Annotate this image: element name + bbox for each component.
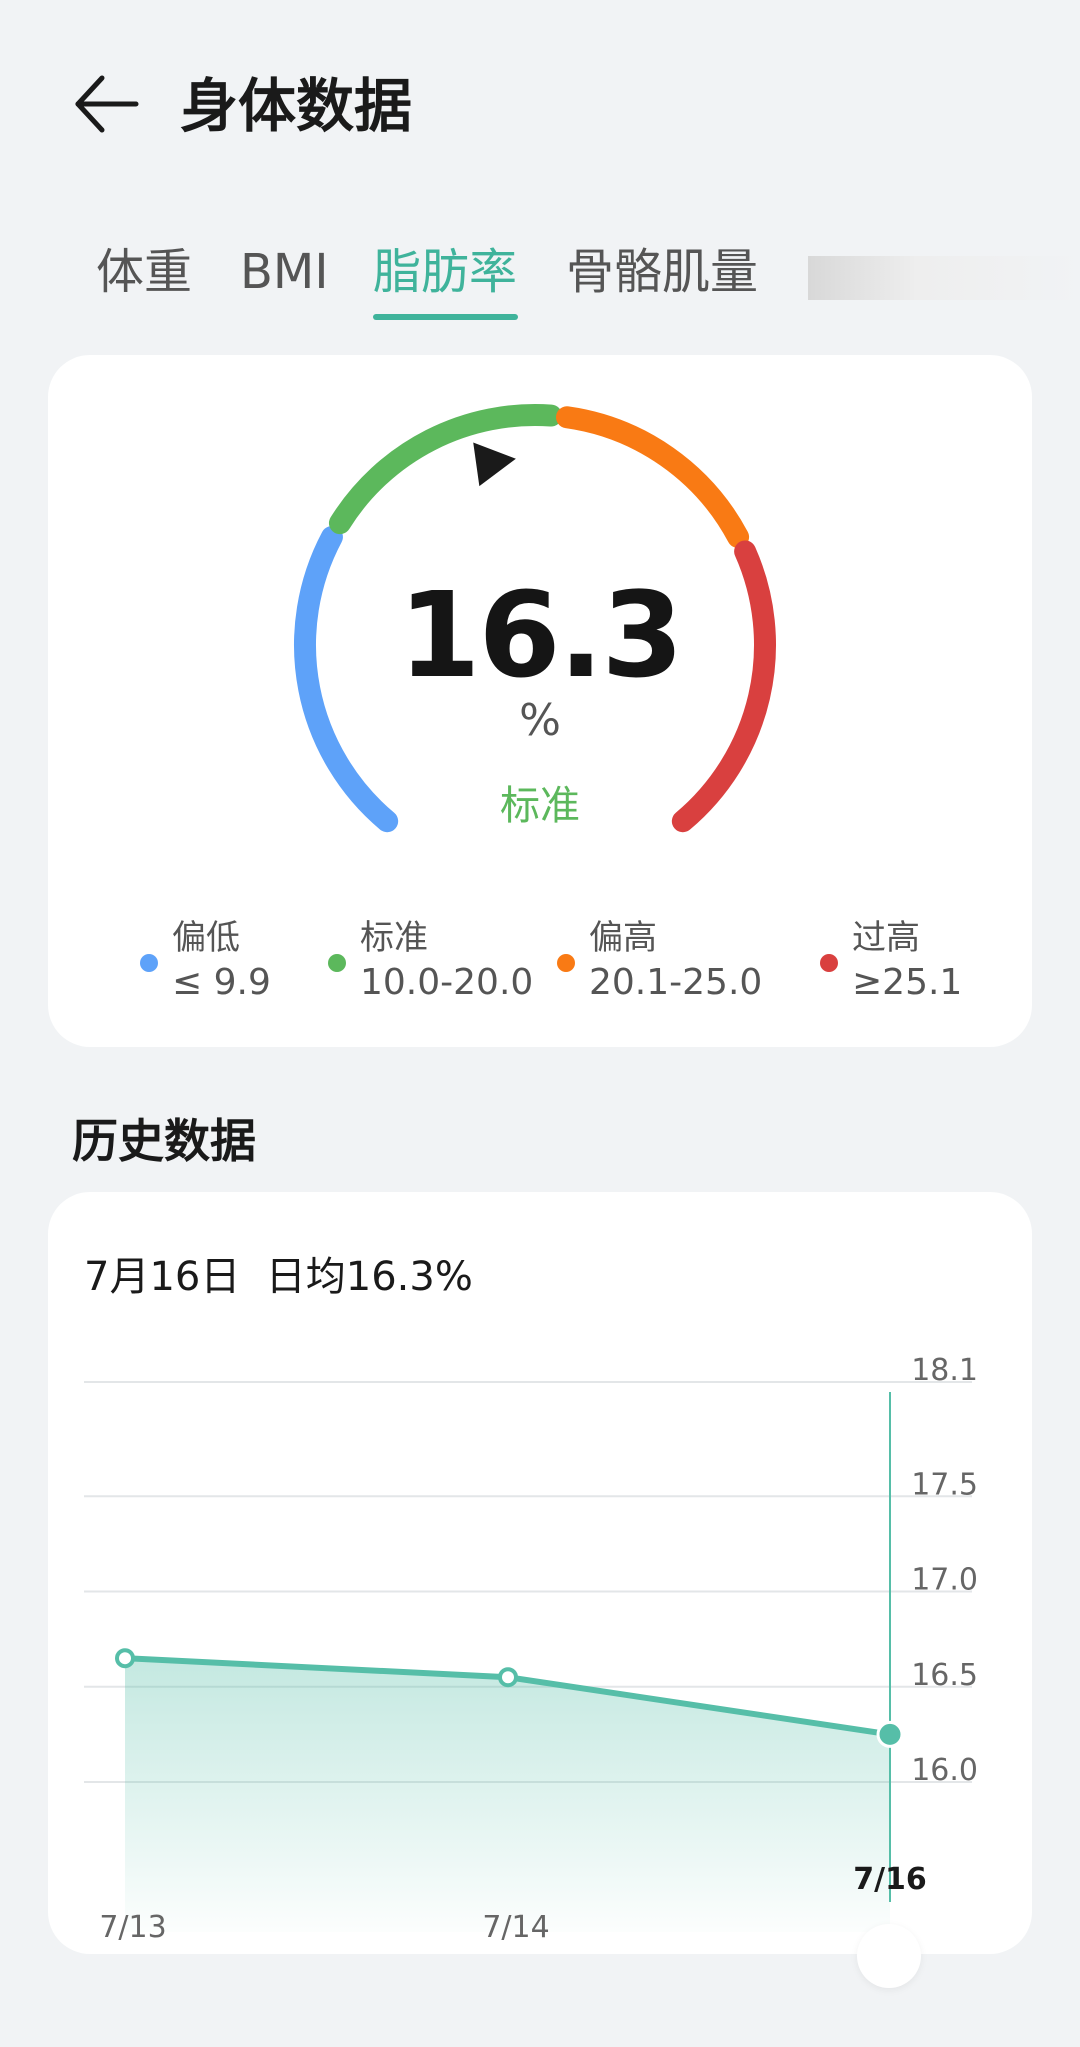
legend-range-low: ≤ 9.9 — [172, 962, 271, 1003]
body-fat-gauge-card: 16.3 % 标准 偏低 ≤ 9.9 标准 10.0-20.0 偏高 20.1-… — [48, 355, 1032, 1047]
y-tick-label: 18.1 — [911, 1353, 978, 1388]
data-point — [876, 1720, 904, 1748]
series-area — [125, 1658, 890, 1932]
tab-bar: 体重 BMI 脂肪率 骨骼肌量 — [0, 232, 1080, 332]
legend-dot-standard — [328, 954, 346, 972]
gauge-arc-standard — [328, 404, 563, 535]
legend-range-high: 20.1-25.0 — [589, 962, 763, 1003]
body-fat-value: 16.3 — [398, 566, 683, 704]
tab-body-fat[interactable]: 脂肪率 — [373, 242, 517, 302]
page-title: 身体数据 — [180, 72, 413, 140]
y-tick-label: 17.0 — [911, 1563, 978, 1598]
history-section-title: 历史数据 — [72, 1114, 256, 1168]
legend-range-standard: 10.0-20.0 — [360, 962, 534, 1003]
legend-range-very-high: ≥25.1 — [852, 962, 963, 1003]
header: 身体数据 — [0, 0, 1080, 190]
chart-scroll-handle[interactable] — [857, 1924, 921, 1988]
legend-dot-high — [557, 954, 575, 972]
back-arrow-icon[interactable] — [72, 70, 144, 142]
data-point — [115, 1648, 135, 1669]
tab-bmi[interactable]: BMI — [240, 242, 329, 302]
y-tick-label: 17.5 — [911, 1467, 978, 1502]
body-fat-status: 标准 — [500, 783, 580, 829]
gauge-arc-high — [556, 406, 750, 549]
y-tick-label: 16.5 — [911, 1658, 978, 1693]
tab-overflow-fade — [808, 256, 1080, 300]
legend-label-high: 偏高 — [589, 918, 657, 958]
x-tick-label: 7/13 — [99, 1910, 166, 1945]
y-tick-label: 16.0 — [911, 1753, 978, 1788]
x-tick-label: 7/14 — [482, 1910, 549, 1945]
history-chart[interactable]: 18.1 17.5 17.0 16.5 16.0 7/13 7/14 7/16 — [48, 1192, 1032, 1954]
legend-label-low: 偏低 — [172, 918, 240, 958]
history-card[interactable]: 7月16日 日均16.3% 18.1 17.5 17.0 16.5 16.0 7/13 7/… — [48, 1192, 1032, 1954]
legend-label-very-high: 过高 — [852, 918, 920, 958]
tab-weight[interactable]: 体重 — [96, 242, 192, 302]
gauge-pointer-icon — [473, 442, 516, 487]
data-point — [498, 1667, 518, 1688]
legend-dot-low — [140, 954, 158, 972]
legend-label-standard: 标准 — [360, 918, 428, 958]
x-tick-label: 7/16 — [853, 1862, 927, 1897]
tab-skeletal-muscle[interactable]: 骨骼肌量 — [566, 242, 758, 302]
legend-dot-very-high — [820, 954, 838, 972]
active-tab-indicator — [373, 314, 518, 320]
body-fat-unit: % — [519, 695, 561, 746]
